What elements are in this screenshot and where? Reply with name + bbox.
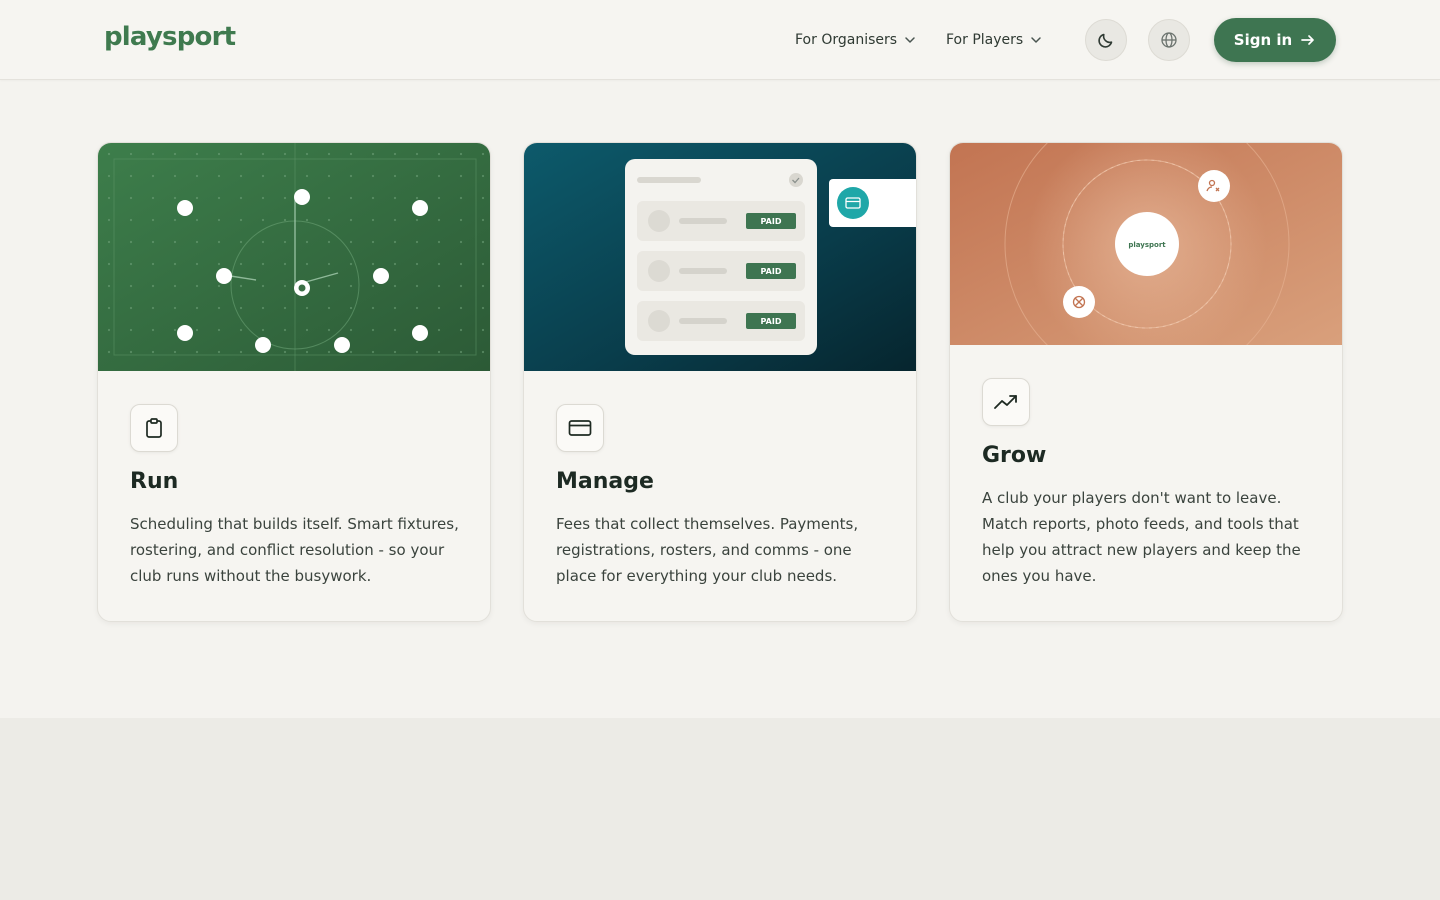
feature-card-run: Run Scheduling that builds itself. Smart…	[97, 142, 491, 622]
moon-icon	[1098, 33, 1113, 48]
clipboard-icon	[146, 418, 162, 438]
language-button[interactable]	[1148, 19, 1190, 61]
sign-in-label: Sign in	[1233, 31, 1293, 49]
center-logo: playsport	[1128, 241, 1166, 249]
player-dot	[373, 268, 389, 284]
player-dot	[412, 325, 428, 341]
card-text-run: Scheduling that builds itself. Smart fix…	[130, 515, 459, 585]
payments-illustration: PAID PAID PAID	[524, 143, 916, 371]
community-illustration: playsport	[950, 143, 1342, 345]
trending-up-icon	[994, 395, 1017, 409]
card-text-grow: A club your players don't want to leave.…	[982, 489, 1301, 585]
pitch-illustration	[98, 143, 490, 371]
nav-for-organisers-label: For Organisers	[795, 32, 898, 48]
chevron-down-icon	[1031, 37, 1041, 43]
credit-card-icon	[568, 420, 592, 436]
player-dot	[294, 189, 310, 205]
nav-for-players[interactable]: For Players	[946, 30, 1043, 50]
dark-mode-toggle[interactable]	[1085, 19, 1127, 61]
globe-icon	[1161, 32, 1177, 48]
feature-card-manage: PAID PAID PAID Manage Fees that collect …	[523, 142, 917, 622]
card-title-grow: Grow	[982, 443, 1047, 468]
player-dot	[177, 200, 193, 216]
chevron-down-icon	[905, 37, 915, 43]
feature-card-grow: playsport Grow A club your players don't…	[949, 142, 1343, 622]
playsport-logo[interactable]: playsport	[104, 22, 236, 52]
card-title-manage: Manage	[556, 469, 654, 494]
next-section-band	[0, 718, 1440, 900]
player-dot	[216, 268, 232, 284]
player-dot	[255, 337, 271, 353]
paid-badge: PAID	[761, 317, 782, 326]
arrow-right-icon	[1301, 35, 1315, 45]
paid-badge: PAID	[761, 267, 782, 276]
nav-for-players-label: For Players	[946, 32, 1024, 48]
player-dot	[177, 325, 193, 341]
card-title-run: Run	[130, 469, 179, 494]
player-dot	[334, 337, 350, 353]
player-dot	[412, 200, 428, 216]
card-text-manage: Fees that collect themselves. Payments, …	[556, 515, 859, 585]
manage-icon-box	[556, 404, 604, 452]
grow-icon-box	[982, 378, 1030, 426]
sign-in-button[interactable]: Sign in	[1214, 18, 1336, 62]
paid-badge: PAID	[761, 217, 782, 226]
nav-for-organisers[interactable]: For Organisers	[795, 30, 917, 50]
run-icon-box	[130, 404, 178, 452]
site-header: playsport For Organisers For Players Sig…	[0, 0, 1440, 80]
